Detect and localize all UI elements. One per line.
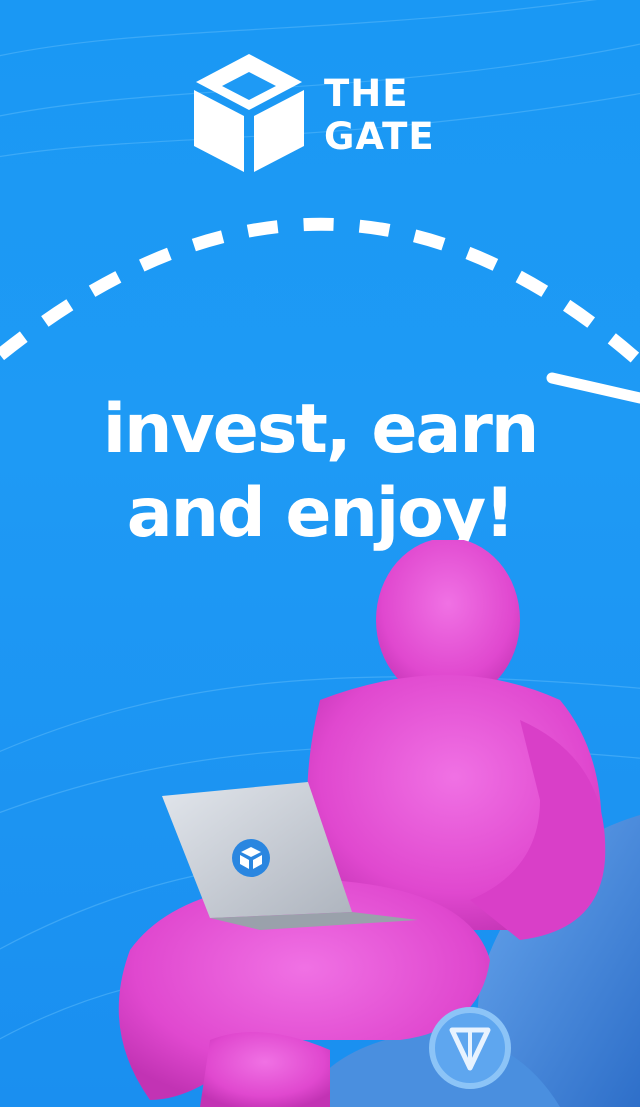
furry-character-illustration bbox=[118, 540, 640, 1107]
dashed-arc-decoration bbox=[0, 217, 640, 404]
headline-line1: invest, earn bbox=[102, 390, 540, 469]
headline: invest, earn and enjoy! bbox=[0, 388, 640, 556]
ton-coin bbox=[429, 1007, 511, 1089]
laptop-badge-cube-icon bbox=[232, 839, 270, 877]
